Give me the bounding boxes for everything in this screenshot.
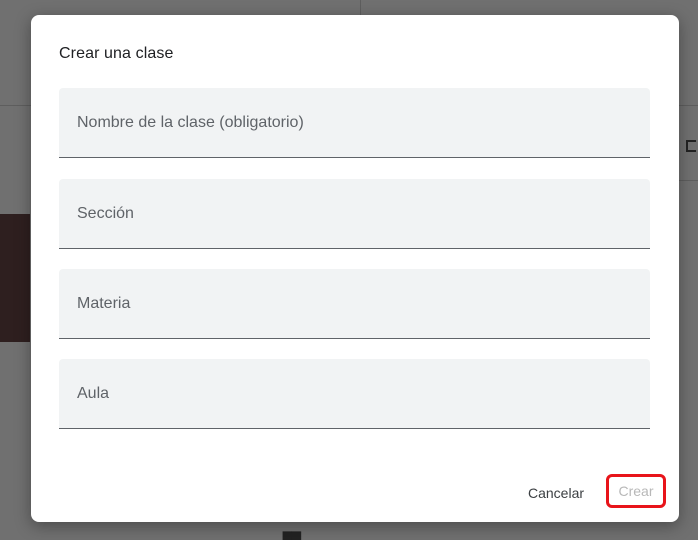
create-class-dialog: Crear una clase Cancelar Crear <box>31 15 679 522</box>
folder-icon <box>686 140 696 152</box>
background-divider <box>360 0 361 15</box>
background-divider <box>679 105 698 106</box>
background-class-banner <box>0 214 30 342</box>
subject-field[interactable] <box>59 269 650 339</box>
room-input[interactable] <box>59 359 650 428</box>
room-field[interactable] <box>59 359 650 429</box>
background-divider <box>0 105 31 106</box>
folder-icon: ▁ ▆▆ <box>270 528 302 540</box>
section-input[interactable] <box>59 179 650 248</box>
background-divider <box>679 180 698 181</box>
class-name-input[interactable] <box>59 88 650 157</box>
class-name-field[interactable] <box>59 88 650 158</box>
subject-input[interactable] <box>59 269 650 338</box>
create-button[interactable]: Crear <box>606 474 666 508</box>
cancel-button[interactable]: Cancelar <box>517 481 595 505</box>
dialog-title: Crear una clase <box>59 45 174 62</box>
section-field[interactable] <box>59 179 650 249</box>
